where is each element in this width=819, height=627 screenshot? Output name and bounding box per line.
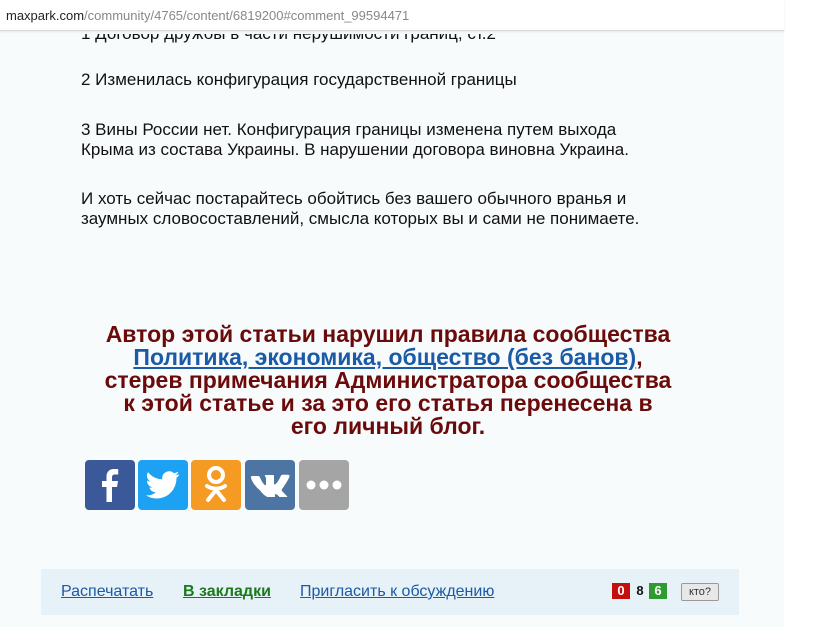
twitter-icon bbox=[146, 471, 180, 499]
more-dots-icon bbox=[306, 480, 342, 490]
article-paragraph-3: 3 Вины России нет. Конфигурация границы … bbox=[81, 120, 721, 160]
print-link[interactable]: Распечатать bbox=[61, 583, 153, 601]
votes-up-badge[interactable]: 6 bbox=[649, 583, 667, 599]
share-more-button[interactable] bbox=[299, 460, 349, 510]
paragraph-4-line-2: заумных словосоставлений, смысла которых… bbox=[81, 209, 640, 228]
votes-down-badge[interactable]: 0 bbox=[612, 583, 630, 599]
odnoklassniki-icon bbox=[205, 466, 227, 502]
url-host: maxpark.com bbox=[6, 8, 85, 23]
notice-line-1: Автор этой статьи нарушил правила сообще… bbox=[105, 321, 671, 347]
article-paragraph-2: 2 Изменилась конфигурация государственно… bbox=[81, 70, 517, 89]
paragraph-4-line-1: И хоть сейчас постарайтесь обойтись без … bbox=[81, 189, 627, 208]
facebook-icon bbox=[102, 469, 119, 502]
notice-line-3: стерев примечания Администратора сообщес… bbox=[104, 367, 672, 393]
paragraph-3-line-2: Крыма из состава Украины. В нарушении до… bbox=[81, 140, 629, 159]
notice-line-5: его личный блог. bbox=[290, 413, 486, 439]
who-voted-button[interactable]: кто? bbox=[681, 583, 719, 601]
invite-to-discussion-link[interactable]: Пригласить к обсуждению bbox=[300, 583, 494, 601]
vk-icon bbox=[251, 474, 290, 497]
article-paragraph-4: И хоть сейчас постарайтесь обойтись без … bbox=[81, 189, 721, 229]
address-bar[interactable]: maxpark.com/community/4765/content/68192… bbox=[0, 0, 784, 31]
votes-total: 8 bbox=[636, 583, 644, 598]
share-twitter-button[interactable] bbox=[138, 460, 188, 510]
notice-line-4: к этой статье и за это его статья перене… bbox=[123, 390, 653, 416]
share-odnoklassniki-button[interactable] bbox=[191, 460, 241, 510]
bookmarks-link[interactable]: В закладки bbox=[183, 583, 271, 601]
moderation-notice: Автор этой статьи нарушил правила сообще… bbox=[60, 323, 716, 438]
paragraph-3-line-1: 3 Вины России нет. Конфигурация границы … bbox=[81, 120, 617, 139]
article-footer-bar: Распечатать В закладки Пригласить к обсу… bbox=[41, 569, 739, 615]
share-facebook-button[interactable] bbox=[85, 460, 135, 510]
share-vk-button[interactable] bbox=[245, 460, 295, 510]
url-path: /community/4765/content/6819200#comment_… bbox=[84, 8, 410, 23]
notice-line-2: Политика, экономика, общество (без банов… bbox=[60, 346, 716, 369]
page: maxpark.com/community/4765/content/68192… bbox=[0, 0, 784, 627]
